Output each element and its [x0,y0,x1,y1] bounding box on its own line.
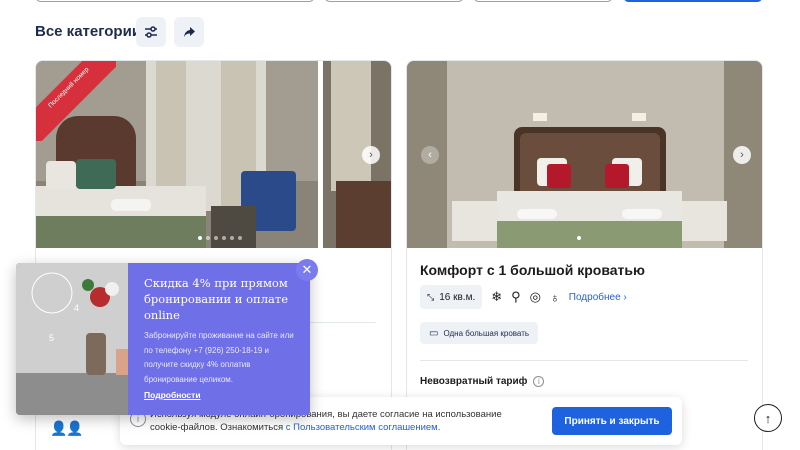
filter-pill-2[interactable] [324,0,464,2]
shower-icon: ⚲ [511,289,521,304]
sliders-icon [145,26,157,38]
snowflake-icon: ❄ [491,289,503,304]
svg-text:5: 5 [49,333,54,343]
details-link-label: Подробнее [568,291,621,303]
arrow-up-icon: ↑ [764,410,772,426]
mask-icon: ◎ [529,289,542,304]
terms-link[interactable]: с Пользовательским соглашением. [286,422,441,433]
bed-icon: ▭ [429,327,439,339]
room-photo-carousel[interactable]: Последний номер › [36,61,391,248]
photo-dot[interactable] [222,236,226,240]
search-button[interactable] [623,0,763,2]
area-badge: ⤡ 16 кв.м. [420,285,483,309]
photo-dot[interactable] [238,236,242,240]
filter-pill-1[interactable] [35,0,315,2]
promo-title: Скидка 4% при прямом бронировании и опла… [144,276,289,322]
room-photo [407,61,762,248]
bed-label: Одна большая кровать [443,328,530,338]
chevron-right-icon: › [623,291,627,303]
scroll-to-top-button[interactable]: ↑ [754,404,782,432]
accept-cookies-button[interactable]: Принять и закрыть [552,407,672,435]
next-photo-arrow[interactable]: › [733,146,751,164]
info-icon[interactable]: i [533,376,545,387]
tariff-label: Невозвратный тариф [420,376,528,387]
hairdryer-icon: ♁ [550,289,560,305]
room-card-right[interactable]: ‹ › [406,60,763,450]
filter-button[interactable] [136,17,166,47]
photo-dot[interactable] [214,236,218,240]
photo-dots [198,236,242,240]
area-value: 16 кв.м. [439,291,476,303]
details-link[interactable]: Подробнее › [569,292,627,303]
room-features: ⤡ 16 кв.м. ❄ ⚲ ◎ ♁ Подробнее › [420,285,627,309]
promo-description: Забронируйте проживание на сайте или по … [144,331,294,384]
divider-left [310,322,376,323]
divider-right [420,360,748,361]
room-photo-carousel[interactable]: ‹ › [407,61,762,248]
photo-dot[interactable] [206,236,210,240]
svg-text:4: 4 [74,303,79,313]
photo-dot[interactable] [198,236,202,240]
resize-icon: ⤡ [427,291,435,302]
prev-photo-arrow[interactable]: ‹ [421,146,439,164]
promo-image: 4 5 [16,263,128,415]
promo-details-link[interactable]: Подробности [144,390,201,400]
share-arrow-icon [183,27,195,37]
last-room-ribbon: Последний номер [36,61,116,141]
tariff-row: Невозвратный тариф i [420,376,545,387]
photo-dot[interactable] [577,236,581,240]
filter-pill-3[interactable] [473,0,613,2]
ribbon-container: Последний номер [36,61,116,141]
photo-dot[interactable] [230,236,234,240]
bed-badge: ▭ Одна большая кровать [420,322,539,344]
guests-icon: 👤👤 [50,420,84,436]
categories-title: Все категории [35,23,142,40]
close-icon[interactable]: ✕ [296,259,318,281]
room-title: Комфорт с 1 большой кроватью [420,262,645,278]
next-photo-arrow[interactable]: › [362,146,380,164]
photo-dots [577,236,581,240]
promo-popup: 4 5 Скидка 4% при прямом бронировании и … [16,263,310,415]
share-button[interactable] [174,17,204,47]
